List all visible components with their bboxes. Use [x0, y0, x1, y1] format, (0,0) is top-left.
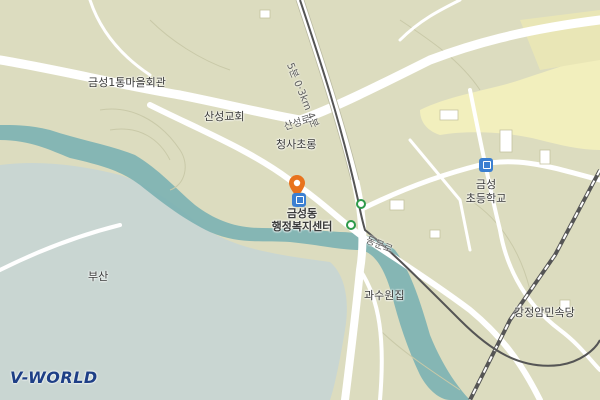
- school-label-line1[interactable]: 금성: [456, 178, 516, 192]
- village-hall-label: 금성1통마을회관: [88, 76, 166, 89]
- public-office-icon[interactable]: [292, 193, 306, 207]
- school-label-line2[interactable]: 초등학교: [446, 192, 526, 206]
- place-label-cheongsa: 청사초롱: [276, 138, 317, 151]
- place-label-orchard: 과수원집: [364, 289, 405, 302]
- subway-station-icon[interactable]: [356, 199, 366, 209]
- map-view[interactable]: 금성1통마을회관 산성교회 산성로 청사초롱 5분 0·3km 4분 동문로 금…: [0, 0, 600, 400]
- vworld-logo: V-WORLD: [10, 368, 98, 387]
- poi-label-line1[interactable]: 금성동: [262, 207, 342, 221]
- school-icon[interactable]: [479, 158, 493, 172]
- restaurant-label: 강정암민속당: [514, 306, 575, 319]
- subway-station-icon[interactable]: [346, 220, 356, 230]
- lake-label: 부산: [88, 270, 109, 283]
- poi-label-line2[interactable]: 행정복지센터: [252, 220, 352, 234]
- church-label: 산성교회: [204, 110, 245, 123]
